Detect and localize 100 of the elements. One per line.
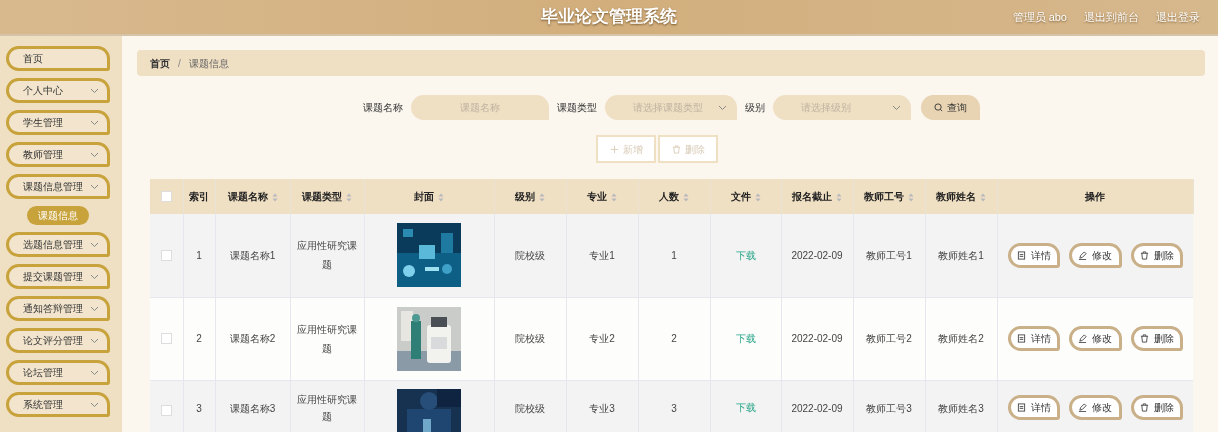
sidebar-item[interactable]: 教师管理 [6,142,110,167]
sort-icon [980,192,986,202]
table-cell: 教师姓名1 [938,249,984,261]
table-cell: 课题名称2 [229,333,276,344]
table-cell: 教师姓名3 [938,402,984,414]
pencil-icon [1078,334,1088,343]
table-cell: 3 [196,402,202,414]
table-cell: 应用性研究课题 [297,323,357,354]
chevron-down-icon [90,241,99,248]
column-header[interactable]: 专业 [587,191,617,202]
sidebar-item[interactable]: 论文评分管理 [6,328,110,353]
sidebar-item[interactable]: 论坛管理 [6,360,110,385]
column-header: 索引 [189,191,209,202]
table-cell: 院校级 [515,249,545,261]
chevron-down-icon [90,151,99,158]
table-cell: 专业3 [589,402,615,414]
chevron-down-icon [90,369,99,376]
table-cell: 应用性研究课题 [297,240,357,271]
trash-icon [1139,250,1149,260]
sidebar-item[interactable]: 个人中心 [6,78,110,103]
chevron-down-icon [90,183,99,190]
sort-icon [836,192,842,202]
column-header[interactable]: 教师工号 [864,191,914,202]
app-title: 毕业论文管理系统 [541,7,677,27]
sidebar-item[interactable]: 通知答辩管理 [6,296,110,321]
sidebar-item[interactable]: 选题信息管理 [6,232,110,257]
plus-icon [609,144,619,154]
breadcrumb-separator: / [178,56,181,71]
trash-icon [1139,402,1149,412]
chevron-down-icon [891,104,901,111]
row-checkbox[interactable] [160,249,172,261]
table-cell: 1 [196,249,202,261]
table-cell: 课题名称1 [229,249,276,261]
document-icon [1016,334,1026,343]
table-cell: 应用性研究课题 [297,393,357,422]
sort-icon [346,192,352,202]
table-cell: 专业2 [589,333,615,344]
chevron-down-icon [90,401,99,408]
select-all-checkbox[interactable] [160,191,172,202]
column-header[interactable]: 封面 [414,191,444,202]
table-cell: 教师工号2 [866,333,912,344]
detail-button[interactable]: 详情 [1007,242,1060,268]
column-header[interactable]: 级别 [515,191,545,202]
sort-icon [908,192,914,202]
delete-button[interactable]: 删除 [1130,242,1183,268]
detail-button[interactable]: 详情 [1007,326,1060,351]
sort-icon [271,192,278,202]
row-checkbox[interactable] [160,404,172,416]
field-label: 级别 [744,101,765,115]
column-header[interactable]: 课题名称 [227,191,278,202]
sidebar-item[interactable]: 课题信息管理 [6,174,110,199]
table-cell: 2 [671,333,677,344]
chevron-down-icon [90,273,99,280]
table-cell: 教师工号3 [866,402,912,414]
table-cell: 2 [196,333,202,344]
sidebar-item[interactable]: 提交课题管理 [6,264,110,289]
delete-button[interactable]: 删除 [1130,394,1183,420]
sort-icon [611,192,617,202]
column-header: 操作 [1085,191,1105,202]
trash-icon [1139,334,1149,343]
sort-icon [438,192,444,202]
search-icon [933,103,943,112]
column-header[interactable]: 人数 [659,191,689,202]
row-checkbox[interactable] [160,333,172,344]
chevron-down-icon [90,119,99,126]
edit-button[interactable]: 修改 [1069,242,1122,268]
field-label: 课题类型 [556,101,597,115]
edit-button[interactable]: 修改 [1069,326,1122,351]
sidebar-item[interactable]: 学生管理 [6,110,110,135]
breadcrumb-link[interactable]: 课题信息 [188,55,229,71]
breadcrumb-link[interactable]: 首页 [150,55,170,71]
edit-button[interactable]: 修改 [1069,394,1122,420]
sidebar-item[interactable]: 系统管理 [6,392,110,417]
sort-icon [683,192,689,202]
table-cell: 教师工号1 [866,249,912,261]
table-cell: 课题名称3 [229,402,276,414]
user-label: 管理员 abo [1012,9,1067,25]
chevron-down-icon [90,337,99,344]
table-cell: 3 [671,402,677,414]
search-button[interactable]: 查询 [920,95,980,120]
sidebar-item[interactable]: 首页 [6,46,110,71]
sort-icon [754,192,761,202]
table-cell: 2022-02-09 [791,249,843,261]
table-cell: 院校级 [515,402,545,414]
table-cell: 2022-02-09 [791,402,843,414]
trash-icon [671,144,681,154]
table-cell: 院校级 [515,333,545,344]
column-header[interactable]: 文件 [730,191,761,202]
column-header[interactable]: 报名截止 [792,191,842,202]
document-icon [1016,402,1026,412]
document-icon [1016,250,1026,260]
sort-icon [539,192,545,202]
chevron-down-icon [90,305,99,312]
detail-button[interactable]: 详情 [1007,394,1060,420]
chevron-down-icon [90,87,99,94]
table-cell: 专业1 [589,249,615,261]
delete-button[interactable]: 删除 [1130,326,1183,351]
column-header[interactable]: 教师姓名 [936,191,986,202]
column-header[interactable]: 课题类型 [302,191,352,202]
pencil-icon [1078,402,1088,412]
